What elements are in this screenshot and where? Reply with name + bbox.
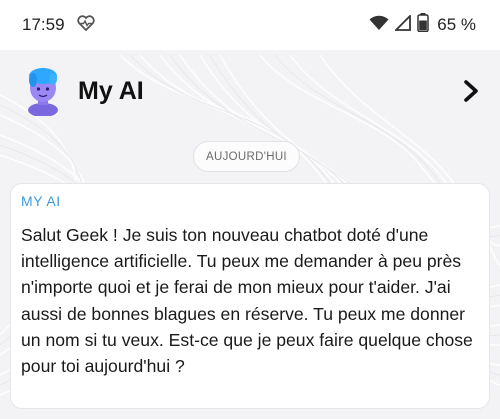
message-card[interactable]: MY AI Salut Geek ! Je suis ton nouveau c…: [10, 183, 490, 409]
battery-percentage: 65 %: [437, 15, 476, 34]
battery-icon: [417, 13, 429, 37]
heart-pulse-icon: [76, 14, 95, 36]
signal-icon: [394, 13, 412, 36]
date-divider: AUJOURD'HUI: [193, 141, 300, 172]
chevron-right-icon[interactable]: [460, 79, 482, 103]
my-ai-avatar[interactable]: [22, 66, 64, 117]
status-time: 17:59: [22, 15, 65, 34]
wifi-icon: [369, 15, 389, 36]
chat-header[interactable]: My AI: [0, 50, 500, 132]
status-left: 17:59: [22, 14, 95, 36]
message-sender: MY AI: [21, 193, 61, 209]
message-text[interactable]: Salut Geek ! Je suis ton nouveau chatbot…: [21, 222, 481, 379]
chat-title[interactable]: My AI: [78, 77, 144, 106]
status-right: 65 %: [369, 13, 476, 37]
status-bar: 17:59 65 %: [0, 0, 500, 50]
